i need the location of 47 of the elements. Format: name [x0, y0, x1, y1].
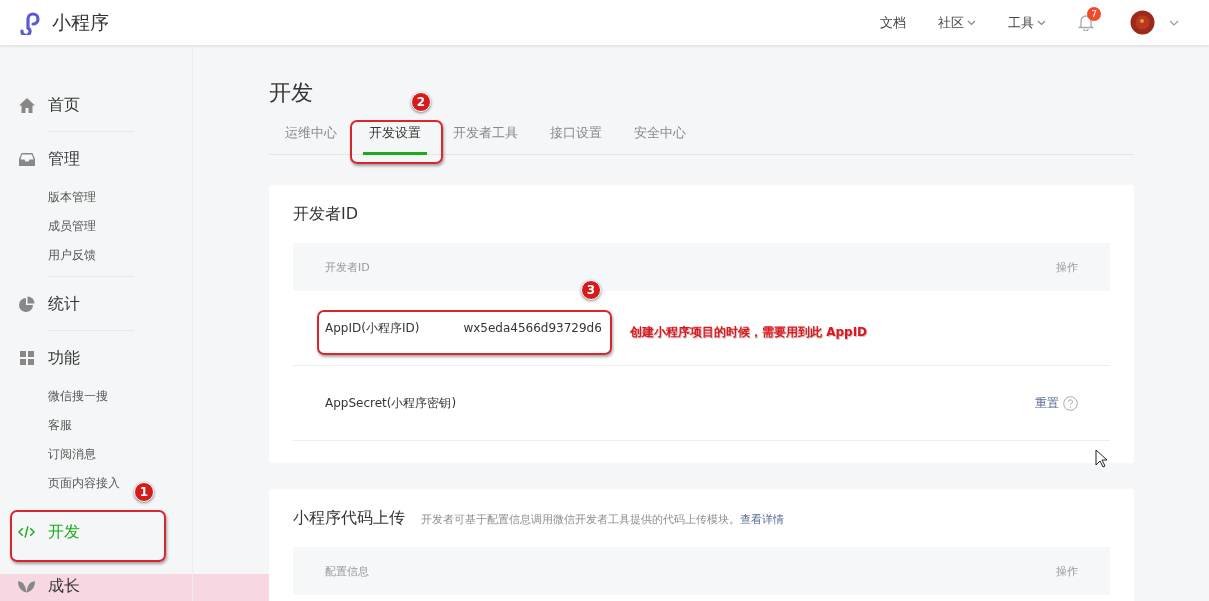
column-header: 开发者ID	[325, 259, 370, 275]
sidebar-subitem[interactable]: 成员管理	[48, 212, 96, 241]
table-cell: AppSecret(小程序密钥)	[325, 394, 457, 412]
bell-icon[interactable]	[1078, 14, 1094, 31]
column-header: 操作	[1056, 563, 1078, 579]
grid-icon	[19, 351, 34, 365]
sidebar-item[interactable]: 功能	[0, 346, 84, 370]
sidebar-subitem[interactable]: 用户反馈	[48, 241, 96, 270]
step-marker: 2	[411, 92, 431, 112]
card-title: 开发者ID	[293, 204, 359, 225]
reset-link[interactable]: 重置	[1035, 394, 1059, 412]
logo-text: 小程序	[52, 9, 109, 35]
avatar-icon[interactable]	[1130, 10, 1155, 35]
nav-link[interactable]: 社区	[938, 13, 964, 32]
caret-icon[interactable]	[1037, 19, 1046, 26]
sidebar-item[interactable]: 统计	[0, 292, 84, 316]
table-cell: wx5eda4566d93729d6	[463, 321, 602, 335]
caret-icon[interactable]	[1169, 19, 1179, 26]
notification-badge: 7	[1087, 7, 1101, 21]
card-title: 小程序代码上传	[293, 508, 405, 529]
sidebar-item[interactable]: 成长	[0, 574, 84, 598]
step-marker: 1	[134, 482, 154, 502]
sidebar-subitem[interactable]: 客服	[48, 411, 72, 440]
nav-link[interactable]: 工具	[1008, 13, 1034, 32]
column-header: 配置信息	[325, 563, 369, 579]
column-header: 操作	[1056, 259, 1078, 275]
table-cell: AppID(小程序ID)	[325, 319, 420, 337]
help-icon[interactable]	[1063, 395, 1078, 411]
tab[interactable]: 安全中心	[634, 120, 686, 155]
sidebar-subitem[interactable]: 页面内容接入	[48, 469, 120, 498]
tab[interactable]: 开发设置	[363, 120, 427, 155]
page-title: 开发	[269, 79, 313, 107]
sidebar-subitem[interactable]: 订阅消息	[48, 440, 96, 469]
home-icon	[18, 97, 35, 113]
sidebar-item[interactable]: 管理	[0, 147, 84, 171]
sidebar-subitem[interactable]: 版本管理	[48, 183, 96, 212]
card-description: 开发者可基于配置信息调用微信开发者工具提供的代码上传模块。查看详情	[421, 512, 784, 527]
sidebar-item[interactable]: 首页	[0, 93, 84, 117]
nav-link[interactable]: 文档	[880, 13, 906, 32]
sprout-icon	[18, 579, 35, 593]
inbox-icon	[18, 152, 35, 166]
caret-icon[interactable]	[967, 19, 976, 26]
sidebar-subitem[interactable]: 微信搜一搜	[48, 382, 108, 411]
annotation-note: 创建小程序项目的时候，需要用到此 AppID	[630, 324, 868, 341]
details-link[interactable]: 查看详情	[740, 513, 784, 526]
pie-chart-icon	[18, 296, 35, 312]
code-icon	[18, 525, 35, 539]
